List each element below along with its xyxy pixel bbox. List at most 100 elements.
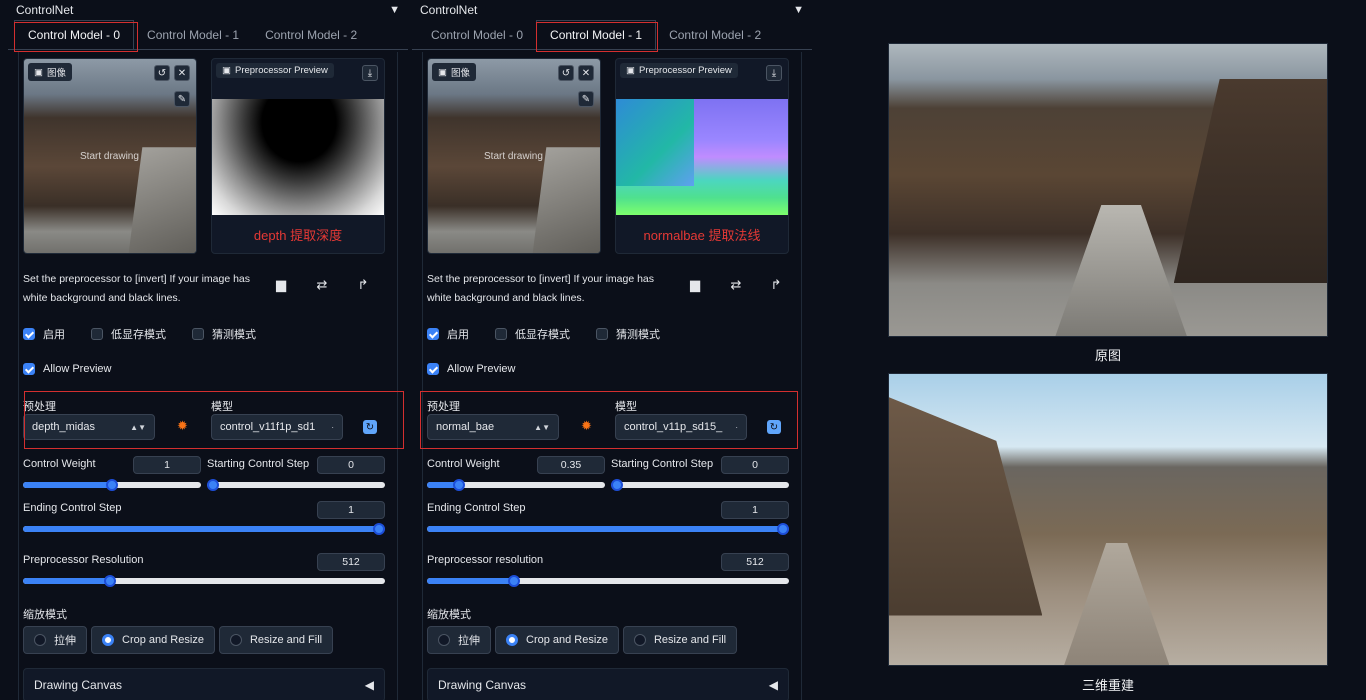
collapse-triangle-icon[interactable]: ▼ — [793, 4, 804, 16]
ending-step-label: Ending Control Step — [23, 502, 122, 514]
starting-step-slider[interactable] — [611, 479, 789, 491]
checkbox-icon[interactable] — [596, 328, 608, 340]
preprocessor-resolution-slider[interactable] — [23, 575, 385, 587]
tab-control-model-0[interactable]: Control Model - 0 — [14, 20, 135, 49]
send-up-icon[interactable]: ↱ — [353, 277, 373, 293]
resize-option-stretch[interactable]: 拉伸 — [23, 626, 87, 654]
radio-icon[interactable] — [229, 634, 242, 646]
guess-mode-checkbox[interactable]: 猜测模式 — [596, 326, 660, 342]
resize-option-resize-and-fill[interactable]: Resize and Fill — [622, 626, 738, 654]
allow-preview-checkbox[interactable]: Allow Preview — [23, 363, 111, 375]
slider-knob[interactable] — [106, 479, 118, 491]
undo-icon[interactable]: ↺ — [558, 65, 574, 81]
resize-option-resize-and-fill[interactable]: Resize and Fill — [218, 626, 334, 654]
undo-icon[interactable]: ↺ — [154, 65, 170, 81]
radio-icon[interactable] — [438, 634, 450, 646]
control-weight-slider[interactable] — [23, 479, 201, 491]
tab-control-model-1[interactable]: Control Model - 1 — [134, 20, 252, 49]
slider-knob[interactable] — [611, 479, 623, 491]
preprocessor-label: 预处理 — [427, 401, 460, 413]
low-vram-checkbox[interactable]: 低显存模式 — [495, 326, 570, 342]
brush-icon[interactable]: ✎ — [174, 91, 190, 107]
model-select[interactable]: control_v11f1p_sd1 · — [211, 414, 343, 440]
refresh-models-icon[interactable]: ↻ — [767, 420, 781, 434]
preprocessor-resolution-slider[interactable] — [427, 575, 789, 587]
enable-checkbox[interactable]: 启用 — [427, 326, 469, 342]
swap-icon[interactable]: ⇄ — [726, 277, 746, 293]
resize-option-crop-and-resize[interactable]: Crop and Resize — [495, 626, 619, 654]
controlnet-header[interactable]: ControlNet ▼ — [412, 0, 812, 20]
ending-step-slider[interactable] — [427, 523, 789, 535]
close-icon[interactable]: ✕ — [578, 65, 594, 81]
controlnet-header[interactable]: ControlNet ▼ — [8, 0, 408, 20]
slider-knob[interactable] — [777, 523, 789, 535]
ending-step-input[interactable]: 1 — [721, 501, 789, 519]
control-weight-input[interactable]: 1 — [133, 456, 201, 474]
drawing-canvas-accordion[interactable]: Drawing Canvas ◀ — [23, 668, 385, 700]
checkbox-checked-icon[interactable] — [23, 363, 35, 375]
preprocessor-select[interactable]: depth_midas ▲▼ — [23, 414, 155, 440]
resize-option-crop-and-resize[interactable]: Crop and Resize — [91, 626, 215, 654]
download-icon[interactable]: ⤓ — [766, 65, 782, 81]
slider-knob[interactable] — [453, 479, 466, 491]
slider-knob[interactable] — [103, 575, 116, 587]
expand-triangle-icon[interactable]: ◀ — [365, 678, 374, 692]
run-preprocessor-icon[interactable]: ✹ — [177, 418, 188, 434]
ending-step-input[interactable]: 1 — [317, 501, 385, 519]
starting-step-input[interactable]: 0 — [317, 456, 385, 474]
chevron-down-icon: · — [331, 422, 334, 432]
checkbox-icon[interactable] — [192, 328, 204, 340]
slider-fill — [427, 526, 789, 532]
camera-icon[interactable]: ▆ — [685, 277, 705, 293]
tab-control-model-2[interactable]: Control Model - 2 — [656, 20, 774, 49]
enable-checkbox[interactable]: 启用 — [23, 326, 65, 342]
radio-selected-icon[interactable] — [506, 634, 518, 646]
tab-control-model-1[interactable]: Control Model - 1 — [536, 20, 657, 49]
radio-icon[interactable] — [34, 634, 46, 646]
controlnet-panel-middle: ControlNet ▼ Control Model - 0 Control M… — [412, 0, 812, 700]
slider-knob[interactable] — [207, 479, 219, 491]
original-caption: 原图 — [1094, 348, 1121, 363]
starting-step-slider[interactable] — [207, 479, 385, 491]
checkbox-icon[interactable] — [495, 328, 507, 340]
preprocessor-resolution-input[interactable]: 512 — [721, 553, 789, 571]
control-weight-slider[interactable] — [427, 479, 605, 491]
drawing-canvas-accordion[interactable]: Drawing Canvas ◀ — [427, 668, 789, 700]
expand-triangle-icon[interactable]: ◀ — [769, 678, 778, 692]
low-vram-checkbox[interactable]: 低显存模式 — [91, 326, 166, 342]
control-model-body: Start drawing ▣ 图像 ↺ ✕ ✎ ▣ Preprocessor Pr… — [18, 52, 398, 700]
close-icon[interactable]: ✕ — [174, 65, 190, 81]
tab-control-model-0[interactable]: Control Model - 0 — [418, 20, 536, 49]
guess-mode-checkbox[interactable]: 猜测模式 — [192, 326, 256, 342]
resize-option-stretch[interactable]: 拉伸 — [427, 626, 491, 654]
send-up-icon[interactable]: ↱ — [766, 277, 786, 293]
checkbox-checked-icon[interactable] — [427, 328, 439, 340]
ending-step-slider[interactable] — [23, 523, 385, 535]
swap-icon[interactable]: ⇄ — [312, 277, 332, 293]
radio-icon[interactable] — [633, 634, 646, 646]
model-tabs: Control Model - 0 Control Model - 1 Cont… — [8, 20, 408, 50]
preprocessor-preview-card: ▣ Preprocessor Preview ⤓ normalbae 提取法线 — [615, 58, 789, 254]
model-select[interactable]: control_v11p_sd15_ · — [615, 414, 747, 440]
checkbox-checked-icon[interactable] — [23, 328, 35, 340]
tab-control-model-2[interactable]: Control Model - 2 — [252, 20, 370, 49]
run-preprocessor-icon[interactable]: ✹ — [581, 418, 592, 434]
brush-icon[interactable]: ✎ — [578, 91, 594, 107]
download-icon[interactable]: ⤓ — [362, 65, 378, 81]
slider-knob[interactable] — [373, 523, 385, 535]
preprocessor-select[interactable]: normal_bae ▲▼ — [427, 414, 559, 440]
allow-preview-checkbox[interactable]: Allow Preview — [427, 363, 515, 375]
camera-icon[interactable]: ▆ — [271, 277, 291, 293]
control-weight-label: Control Weight — [427, 458, 500, 470]
control-weight-input[interactable]: 0.35 — [537, 456, 605, 474]
radio-selected-icon[interactable] — [102, 634, 114, 646]
input-image-card[interactable]: Start drawing ▣ 图像 ↺ ✕ ✎ — [427, 58, 601, 254]
slider-knob[interactable] — [507, 575, 520, 587]
checkbox-checked-icon[interactable] — [427, 363, 439, 375]
starting-step-input[interactable]: 0 — [721, 456, 789, 474]
refresh-models-icon[interactable]: ↻ — [363, 420, 377, 434]
preprocessor-resolution-input[interactable]: 512 — [317, 553, 385, 571]
input-image-card[interactable]: Start drawing ▣ 图像 ↺ ✕ ✎ — [23, 58, 197, 254]
checkbox-icon[interactable] — [91, 328, 103, 340]
collapse-triangle-icon[interactable]: ▼ — [389, 4, 400, 16]
